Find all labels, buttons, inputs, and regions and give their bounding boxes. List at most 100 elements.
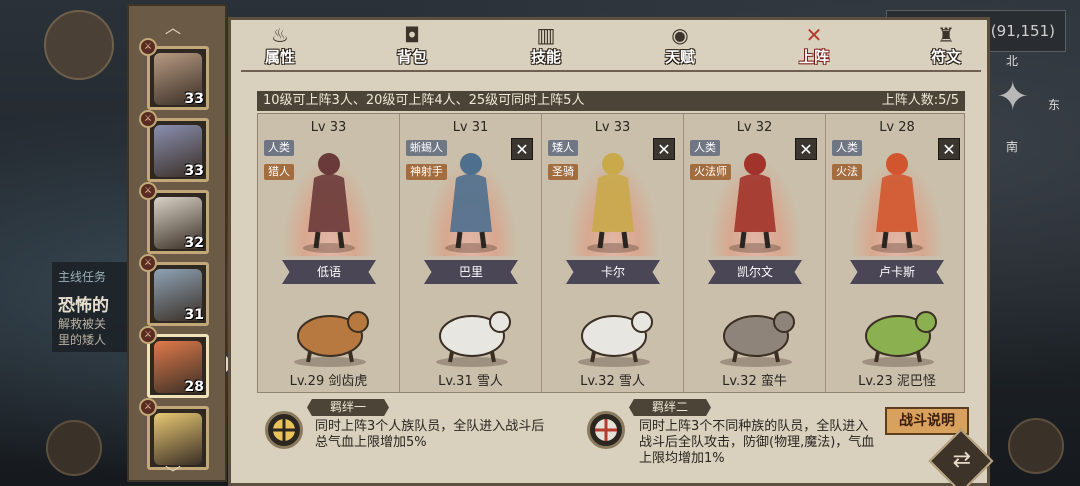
pet-figure[interactable] [280, 292, 380, 368]
hero-name-banner: 低语 [282, 260, 376, 284]
hero-roster[interactable]: ︿ ⚔ 33 ⚔ 33 ⚔ 32 ⚔ 31 ⚔ 28 ⚔ ﹀ [127, 4, 227, 484]
race-tag: 人类 [832, 140, 862, 156]
tab-label: 天赋 [664, 48, 695, 66]
bond-one-icon[interactable] [265, 411, 303, 449]
hero-level: Lv 31 [452, 120, 489, 135]
roster-hero-card[interactable]: 33 [147, 46, 209, 110]
hero-class-badge-icon: ⚔ [139, 398, 157, 416]
race-tag: 蜥蜴人 [406, 140, 447, 156]
tab-label: 技能 [530, 48, 561, 66]
bond-one-desc-line-1: 同时上阵3个人族队员，全队进入战斗后 [315, 419, 545, 434]
lineup-count: 上阵人数:5/5 [881, 93, 959, 108]
compass-north: 北 [1006, 54, 1019, 68]
right-action-button[interactable] [1008, 418, 1064, 474]
hero-name-banner: 巴里 [424, 260, 518, 284]
pet-figure[interactable] [564, 292, 664, 368]
tab-5[interactable]: ✕ 上阵 [781, 20, 847, 68]
pet-figure[interactable] [848, 292, 948, 368]
tab-label: 背包 [396, 48, 427, 66]
hero-class-badge-icon: ⚔ [139, 182, 157, 200]
tab-label: 符文 [930, 48, 961, 66]
bond-two-title: 羁绊二 [629, 399, 711, 416]
hero-level: Lv 33 [594, 120, 631, 135]
lineup-slot[interactable]: Lv 31 蜥蜴人神射手 ✕ 巴里 Lv.31 雪人 [400, 114, 542, 392]
tab-1[interactable]: ♨ 属性 [247, 20, 313, 68]
book-icon: ▥ [536, 23, 556, 47]
hero-level: Lv 28 [879, 120, 915, 135]
bond-two-desc-line-2: 战斗后全队攻击，防御(物理,魔法)，气血 [639, 435, 875, 450]
hero-level: Lv 32 [736, 120, 773, 135]
battle-help-button[interactable]: 战斗说明 [885, 407, 969, 435]
lineup-info-bar: 10级可上阵3人、20级可上阵4人、25级可同时上阵5人 上阵人数:5/5 [257, 91, 965, 111]
left-action-button[interactable] [46, 420, 102, 476]
hero-class-badge-icon: ⚔ [139, 254, 157, 272]
lineup-slot[interactable]: Lv 33 矮人 圣骑 ✕ 卡尔 Lv.32 雪人 [542, 114, 684, 392]
tab-label: 上阵 [798, 48, 829, 66]
player-avatar[interactable] [44, 10, 114, 80]
quest-title: 主线任务 [58, 270, 107, 284]
crossed-swords-icon: ✕ [805, 23, 823, 47]
tab-6[interactable]: ♜ 符文 [913, 20, 979, 68]
pet-label: Lv.32 蛮牛 [722, 374, 787, 389]
roster-hero-card[interactable]: 28 [147, 334, 209, 398]
quest-desc-line-1: 解救被关 [58, 317, 107, 331]
roster-hero-card[interactable]: 32 [147, 190, 209, 254]
quest-desc-line-2: 里的矮人 [58, 333, 107, 347]
race-tag: 矮人 [548, 140, 578, 156]
hero-figure[interactable] [862, 144, 932, 254]
hero-level: Lv 33 [310, 120, 347, 135]
class-tag: 圣骑 [548, 164, 578, 180]
hero-portrait [154, 413, 202, 465]
hero-figure[interactable] [436, 144, 506, 254]
tab-4[interactable]: ◉ 天赋 [647, 20, 713, 68]
roster-hero-card[interactable]: 31 [147, 262, 209, 326]
pet-figure[interactable] [422, 292, 522, 368]
flame-icon: ♨ [271, 23, 289, 47]
hero-level: 33 [184, 91, 204, 107]
scroll-down-icon[interactable]: ﹀ [165, 460, 181, 484]
tab-divider [241, 70, 981, 72]
roster-hero-card[interactable]: 33 [147, 118, 209, 182]
remove-hero-close-icon[interactable]: ✕ [938, 138, 960, 160]
rune-icon: ♜ [937, 23, 955, 47]
lineup-slots: Lv 33 人类猎人低语 Lv.29 剑齿虎 Lv 31 蜥蜴人神射手 ✕ 巴里 Lv.31 … [257, 113, 965, 393]
bond-two-desc-line-3: 上限均增加1% [639, 451, 725, 466]
eye-icon: ◉ [671, 23, 689, 47]
pet-label: Lv.29 剑齿虎 [289, 374, 368, 389]
bag-icon: ◘ [404, 23, 420, 47]
hero-name-banner: 凯尔文 [708, 260, 802, 284]
pet-label: Lv.23 泥巴怪 [858, 374, 936, 389]
bond-two-icon[interactable] [587, 411, 625, 449]
hero-level: 33 [184, 163, 204, 179]
remove-hero-close-icon[interactable]: ✕ [795, 138, 817, 160]
hero-level: 31 [184, 307, 204, 323]
class-tag: 火法师 [690, 164, 731, 180]
class-tag: 神射手 [406, 164, 447, 180]
hero-class-badge-icon: ⚔ [139, 326, 157, 344]
tab-bar: ♨ 属性 ◘ 背包 ▥ 技能 ◉ 天赋 ✕ 上阵 ♜ 符文 [231, 20, 987, 68]
remove-hero-close-icon[interactable]: ✕ [653, 138, 675, 160]
pet-label: Lv.31 雪人 [438, 374, 503, 389]
tab-3[interactable]: ▥ 技能 [513, 20, 579, 68]
compass-east: 东 [1048, 98, 1061, 112]
tab-2[interactable]: ◘ 背包 [379, 20, 445, 68]
scroll-up-icon[interactable]: ︿ [165, 14, 181, 38]
hero-name-banner: 卢卡斯 [850, 260, 944, 284]
remove-hero-close-icon[interactable]: ✕ [511, 138, 533, 160]
class-tag: 猎人 [264, 164, 294, 180]
swap-arrows-icon: ⇄ [952, 447, 971, 473]
lineup-slot[interactable]: Lv 33 人类 猎人 低语 Lv.29 剑齿虎 [258, 114, 400, 392]
hero-figure[interactable] [294, 144, 364, 254]
quest-name: 恐怖的 [58, 296, 109, 316]
tab-label: 属性 [264, 48, 295, 66]
hero-figure[interactable] [578, 144, 648, 254]
pet-figure[interactable] [706, 292, 806, 368]
hero-figure[interactable] [720, 144, 790, 254]
compass-south: 南 [1006, 140, 1019, 154]
lineup-slot[interactable]: Lv 32 人类 火法师 ✕ 凯尔文 Lv.32 蛮牛 [684, 114, 826, 392]
hero-class-badge-icon: ⚔ [139, 38, 157, 56]
bond-one-desc-line-2: 总气血上限增加5% [315, 435, 427, 450]
bond-one-title: 羁绊一 [307, 399, 389, 416]
lineup-slot[interactable]: Lv 28 人类火法 ✕ 卢卡斯 Lv.23 泥巴怪 [826, 114, 968, 392]
class-tag: 火法 [832, 164, 862, 180]
